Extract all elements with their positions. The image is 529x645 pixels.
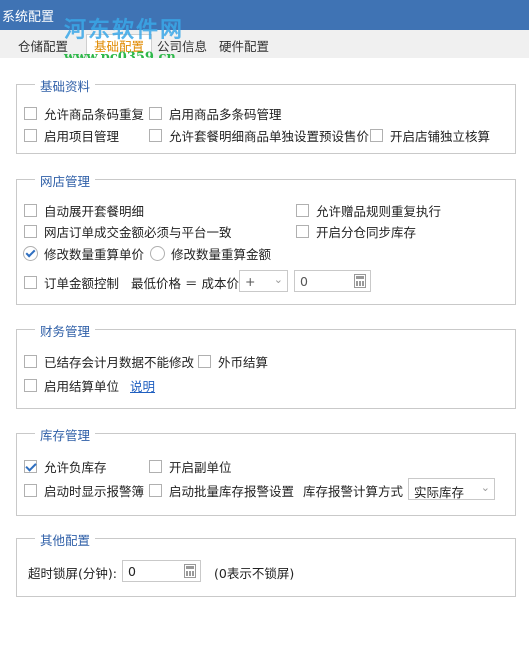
explain-link[interactable]: 说明	[130, 376, 155, 394]
order-amount-match-checkbox[interactable]: 网店订单成交金额必须与平台一致	[24, 222, 232, 240]
amount-value: 0	[300, 274, 308, 289]
startup-alert-label: 启动时显示报警簿	[44, 483, 145, 499]
order-amount-ctrl-checkbox[interactable]: 订单金额控制	[24, 273, 119, 291]
project-mgmt-checkbox[interactable]: 启用项目管理	[24, 126, 119, 144]
recalc-amount-radio[interactable]: 修改数量重算金额	[150, 244, 271, 262]
checkbox-box[interactable]	[370, 128, 383, 142]
calc-method-label: 库存报警计算方式	[303, 481, 403, 499]
basic-group-title: 基础资料	[35, 76, 96, 95]
settlement-unit-label: 启用结算单位	[44, 378, 120, 394]
calculator-icon[interactable]	[184, 564, 196, 578]
stock-group: 库存管理 允许负库存 开启副单位 启动时显示报警簿 启动批量库存报警设置 库存报…	[16, 425, 516, 516]
batch-alert-label: 启动批量库存报警设置	[169, 483, 295, 499]
multi-barcode-label: 启用商品多条码管理	[169, 106, 282, 122]
order-amount-match-label: 网店订单成交金额必须与平台一致	[44, 224, 232, 240]
store-independent-checkbox[interactable]: 开启店铺独立核算	[370, 126, 490, 144]
calc-method-select[interactable]: 实际库存 ⌄	[408, 478, 495, 500]
closed-month-lock-checkbox[interactable]: 已结存会计月数据不能修改	[24, 352, 194, 370]
gift-rule-repeat-checkbox[interactable]: 允许赠品规则重复执行	[296, 201, 441, 219]
settlement-unit-checkbox[interactable]: 启用结算单位	[24, 376, 119, 394]
auto-expand-combo-label: 自动展开套餐明细	[44, 203, 145, 219]
batch-alert-checkbox[interactable]: 启动批量库存报警设置	[149, 481, 294, 499]
amount-input[interactable]: 0	[294, 270, 371, 292]
gift-rule-repeat-label: 允许赠品规则重复执行	[316, 203, 442, 219]
tab-basic-config[interactable]: 基础配置	[86, 34, 152, 59]
checkbox-box[interactable]	[24, 275, 37, 289]
timeout-label-text: 超时锁屏(分钟):	[28, 565, 117, 581]
checkbox-box[interactable]	[149, 106, 162, 120]
checkbox-box[interactable]	[24, 354, 37, 368]
checkbox-box[interactable]	[296, 203, 309, 217]
chevron-down-icon: ⌄	[273, 273, 283, 286]
aux-unit-label: 开启副单位	[169, 459, 232, 475]
allow-negative-stock-label: 允许负库存	[44, 459, 107, 475]
aux-unit-checkbox[interactable]: 开启副单位	[149, 457, 232, 475]
closed-month-lock-label: 已结存会计月数据不能修改	[44, 354, 195, 370]
checkbox-box[interactable]	[24, 483, 37, 497]
checkbox-box[interactable]	[149, 128, 162, 142]
checkbox-box[interactable]	[198, 354, 211, 368]
operator-value: +	[245, 274, 256, 289]
other-group-title: 其他配置	[35, 530, 96, 549]
store-independent-label: 开启店铺独立核算	[390, 128, 491, 144]
radio-circle[interactable]	[23, 245, 38, 261]
online-store-group-title: 网店管理	[35, 171, 96, 190]
window-title: 系统配置	[2, 10, 55, 25]
chevron-down-icon: ⌄	[480, 481, 490, 494]
checkbox-box[interactable]	[24, 459, 37, 473]
auto-expand-combo-checkbox[interactable]: 自动展开套餐明细	[24, 201, 144, 219]
finance-group-title: 财务管理	[35, 321, 96, 340]
radio-circle[interactable]	[150, 245, 165, 261]
checkbox-box[interactable]	[24, 128, 37, 142]
checkbox-box[interactable]	[24, 224, 37, 238]
settings-panel: 基础资料 允许商品条码重复 启用商品多条码管理 启用项目管理 允许套餐明细商品单…	[0, 58, 529, 645]
checkbox-box[interactable]	[149, 483, 162, 497]
checkbox-box[interactable]	[24, 106, 37, 120]
calc-method-text: 库存报警计算方式	[303, 483, 404, 499]
combo-preset-price-label: 允许套餐明细商品单独设置预设售价	[169, 128, 370, 144]
timeout-label: 超时锁屏(分钟):	[28, 563, 117, 581]
combo-preset-price-checkbox[interactable]: 允许套餐明细商品单独设置预设售价	[149, 126, 369, 144]
checkbox-box[interactable]	[149, 459, 162, 473]
startup-alert-checkbox[interactable]: 启动时显示报警簿	[24, 481, 144, 499]
online-store-group: 网店管理 自动展开套餐明细 允许赠品规则重复执行 网店订单成交金额必须与平台一致…	[16, 171, 516, 305]
recalc-amount-label: 修改数量重算金额	[171, 246, 272, 262]
min-price-text: 最低价格 ＝ 成本价	[131, 275, 239, 291]
tab-storage-config[interactable]: 仓储配置	[2, 36, 84, 58]
recalc-unit-price-radio[interactable]: 修改数量重算单价	[23, 244, 144, 262]
calc-method-value: 实际库存	[414, 485, 465, 500]
calculator-icon[interactable]	[354, 274, 366, 288]
stock-group-title: 库存管理	[35, 425, 96, 444]
foreign-currency-checkbox[interactable]: 外币结算	[198, 352, 268, 370]
split-stock-sync-checkbox[interactable]: 开启分仓同步库存	[296, 222, 416, 240]
multi-barcode-checkbox[interactable]: 启用商品多条码管理	[149, 104, 282, 122]
basic-group: 基础资料 允许商品条码重复 启用商品多条码管理 启用项目管理 允许套餐明细商品单…	[16, 76, 516, 154]
finance-group: 财务管理 已结存会计月数据不能修改 外币结算 启用结算单位 说明	[16, 321, 516, 409]
checkbox-box[interactable]	[24, 378, 37, 392]
tab-hardware-config[interactable]: 硬件配置	[214, 36, 274, 58]
timeout-input[interactable]: 0	[122, 560, 201, 582]
foreign-currency-label: 外币结算	[218, 354, 269, 370]
order-amount-ctrl-label: 订单金额控制	[44, 275, 120, 291]
allow-dup-barcode-label: 允许商品条码重复	[44, 106, 145, 122]
allow-negative-stock-checkbox[interactable]: 允许负库存	[24, 457, 107, 475]
allow-dup-barcode-checkbox[interactable]: 允许商品条码重复	[24, 104, 144, 122]
title-bar: 系统配置	[0, 0, 529, 30]
timeout-hint: (0表示不锁屏)	[214, 563, 294, 581]
min-price-label: 最低价格 ＝ 成本价	[131, 273, 239, 291]
timeout-hint-text: (0表示不锁屏)	[214, 565, 295, 581]
other-group: 其他配置 超时锁屏(分钟): 0 (0表示不锁屏)	[16, 530, 516, 597]
tab-bar: 仓储配置 基础配置 公司信息 硬件配置	[0, 30, 529, 59]
checkbox-box[interactable]	[24, 203, 37, 217]
split-stock-sync-label: 开启分仓同步库存	[316, 224, 417, 240]
checkbox-box[interactable]	[296, 224, 309, 238]
explain-link-text[interactable]: 说明	[130, 376, 155, 395]
recalc-unit-price-label: 修改数量重算单价	[44, 246, 145, 262]
timeout-value: 0	[128, 564, 136, 579]
tab-company-info[interactable]: 公司信息	[152, 36, 212, 58]
operator-select[interactable]: + ⌄	[239, 270, 288, 292]
project-mgmt-label: 启用项目管理	[44, 128, 120, 144]
